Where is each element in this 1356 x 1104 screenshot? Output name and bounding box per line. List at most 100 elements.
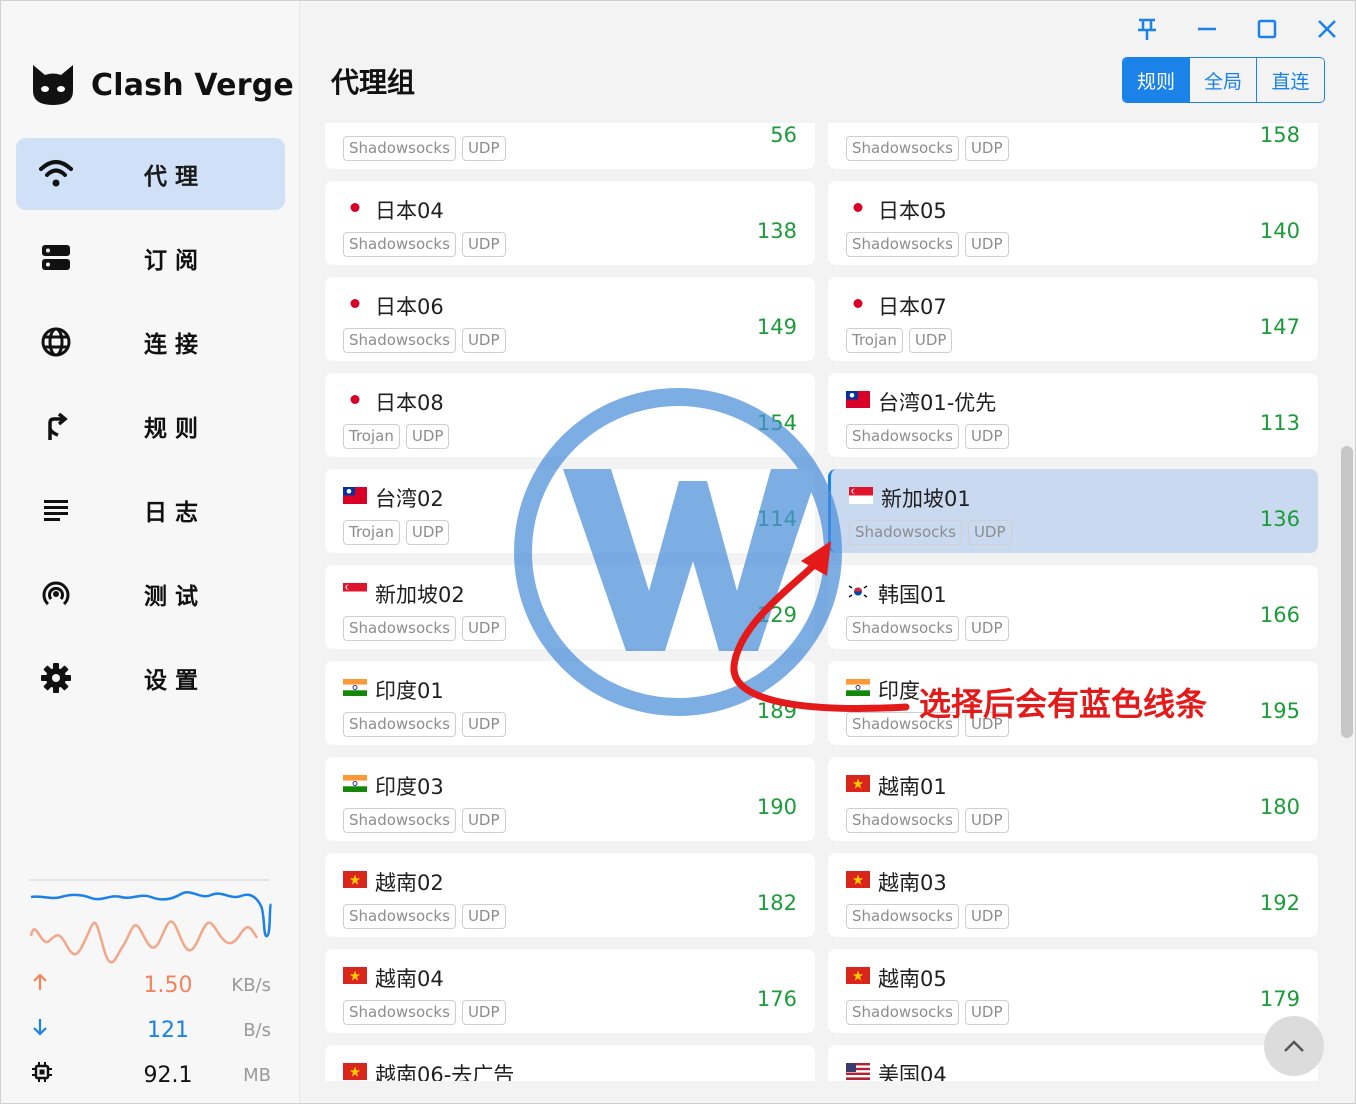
proxy-name: 日本04 [375,199,444,223]
mode-rule-button[interactable]: 规则 [1123,58,1190,102]
gear-icon [16,662,96,694]
proxy-card[interactable]: 印度01 Shadowsocks UDP 189 [325,661,815,745]
mode-direct-button[interactable]: 直连 [1257,58,1324,102]
scroll-to-top-button[interactable] [1264,1016,1324,1076]
proxy-delay[interactable]: 180 [1260,795,1300,819]
proxy-tag: Shadowsocks [846,136,959,161]
sidebar-item-settings[interactable]: 设置 [16,642,285,714]
minimize-button[interactable] [1187,11,1227,47]
proxy-tag: UDP [405,424,450,449]
proxy-delay[interactable]: 129 [757,603,797,627]
sidebar-nav: 代理 订阅 连接 规则 日志 测试 设置 [16,138,285,726]
proxy-card[interactable]: 越南05 Shadowsocks UDP 179 [828,949,1318,1033]
proxy-list[interactable]: Shadowsocks UDP 56 Shadowsocks UDP 158 日本04 Sha… [301,123,1341,1081]
proxy-card[interactable]: 美国04 [828,1045,1318,1081]
proxy-tag: Shadowsocks [343,904,456,929]
memory-usage: 92.1 [143,1062,193,1088]
sidebar-item-label: 代理 [144,164,206,190]
proxy-card[interactable]: 印度03 Shadowsocks UDP 190 [325,757,815,841]
mode-switch: 规则 全局 直连 [1122,57,1325,103]
cat-logo-icon [33,65,73,105]
proxy-card[interactable]: 日本08 Trojan UDP 154 [325,373,815,457]
korea-flag-icon [846,583,870,600]
proxy-delay[interactable]: 113 [1260,411,1300,435]
proxy-card[interactable]: 台湾01-优先 Shadowsocks UDP 113 [828,373,1318,457]
proxy-tag: UDP [964,424,1009,449]
proxy-tag: UDP [967,520,1012,545]
fork-right-icon [16,411,96,441]
proxy-card[interactable]: 新加坡02 Shadowsocks UDP 129 [325,565,815,649]
proxy-delay[interactable]: 190 [757,795,797,819]
proxy-tags: Shadowsocks UDP [846,424,1015,449]
proxy-delay[interactable]: 136 [1260,507,1300,531]
proxy-card[interactable]: 日本07 Trojan UDP 147 [828,277,1318,361]
proxy-card[interactable]: Shadowsocks UDP 56 [325,123,815,169]
proxy-card[interactable]: 越南03 Shadowsocks UDP 192 [828,853,1318,937]
proxy-delay[interactable]: 166 [1260,603,1300,627]
globe-icon [16,326,96,358]
proxy-tags: Shadowsocks UDP [343,712,512,737]
proxy-delay[interactable]: 140 [1260,219,1300,243]
proxy-delay[interactable]: 56 [770,123,797,147]
proxy-tags: Shadowsocks UDP [343,1000,512,1025]
maximize-button[interactable] [1247,11,1287,47]
proxy-tag: Shadowsocks [343,712,456,737]
proxy-card[interactable]: 日本04 Shadowsocks UDP 138 [325,181,815,265]
proxy-delay[interactable]: 158 [1260,123,1300,147]
pin-button[interactable] [1127,11,1167,47]
proxy-delay[interactable]: 182 [757,891,797,915]
proxy-name: 日本05 [878,199,947,223]
proxy-delay[interactable]: 189 [757,699,797,723]
proxy-tags: Shadowsocks UDP [846,1000,1015,1025]
proxy-card[interactable]: 韩国01 Shadowsocks UDP 166 [828,565,1318,649]
proxy-name: 韩国01 [878,583,947,607]
memory-stat: 92.1 MB [31,1057,271,1093]
close-button[interactable] [1307,11,1347,47]
proxy-tags: Shadowsocks UDP [849,520,1018,545]
proxy-card[interactable]: Shadowsocks UDP 158 [828,123,1318,169]
proxy-tag: Shadowsocks [846,616,959,641]
sidebar-item-subscription[interactable]: 订阅 [16,222,285,294]
proxy-name: 新加坡02 [375,583,465,607]
india-flag-icon [343,679,367,696]
proxy-tag: Shadowsocks [846,232,959,257]
india-flag-icon [846,679,870,696]
proxy-delay[interactable]: 149 [757,315,797,339]
proxy-card[interactable]: 越南06-去广告 [325,1045,815,1081]
sidebar-item-connections[interactable]: 连接 [16,306,285,378]
proxy-card[interactable]: 越南04 Shadowsocks UDP 176 [325,949,815,1033]
proxy-delay[interactable]: 179 [1260,987,1300,1011]
proxy-card[interactable]: 台湾02 Trojan UDP 114 [325,469,815,553]
wifi-icon [16,159,96,189]
proxy-tags: Shadowsocks UDP [343,232,512,257]
proxy-delay[interactable]: 114 [757,507,797,531]
proxy-name: 印度 [878,679,920,703]
sidebar-item-logs[interactable]: 日志 [16,474,285,546]
proxy-delay[interactable]: 147 [1260,315,1300,339]
proxy-card[interactable]: 越南01 Shadowsocks UDP 180 [828,757,1318,841]
proxy-delay[interactable]: 195 [1260,699,1300,723]
mode-global-button[interactable]: 全局 [1190,58,1257,102]
proxy-name: 台湾02 [375,487,444,511]
taiwan-flag-icon [343,487,367,504]
japan-flag-icon [846,199,870,216]
proxy-delay[interactable]: 138 [757,219,797,243]
proxy-name: 印度01 [375,679,444,703]
arrow-down-icon [31,1017,61,1043]
proxy-card[interactable]: 日本05 Shadowsocks UDP 140 [828,181,1318,265]
scrollbar[interactable] [1341,446,1353,738]
proxy-card[interactable]: 越南02 Shadowsocks UDP 182 [325,853,815,937]
proxy-card[interactable]: 新加坡01 Shadowsocks UDP 136 [828,469,1318,553]
proxy-delay[interactable]: 176 [757,987,797,1011]
arrow-up-icon [31,972,61,998]
sidebar-item-proxy[interactable]: 代理 [16,138,285,210]
proxy-tags: Shadowsocks UDP [343,616,512,641]
proxy-name: 越南06-去广告 [375,1063,515,1081]
sidebar-item-rules[interactable]: 规则 [16,390,285,462]
dns-icon [16,244,96,272]
proxy-card[interactable]: 日本06 Shadowsocks UDP 149 [325,277,815,361]
proxy-name: 日本07 [878,295,947,319]
proxy-delay[interactable]: 192 [1260,891,1300,915]
sidebar-item-test[interactable]: 测试 [16,558,285,630]
proxy-delay[interactable]: 154 [757,411,797,435]
